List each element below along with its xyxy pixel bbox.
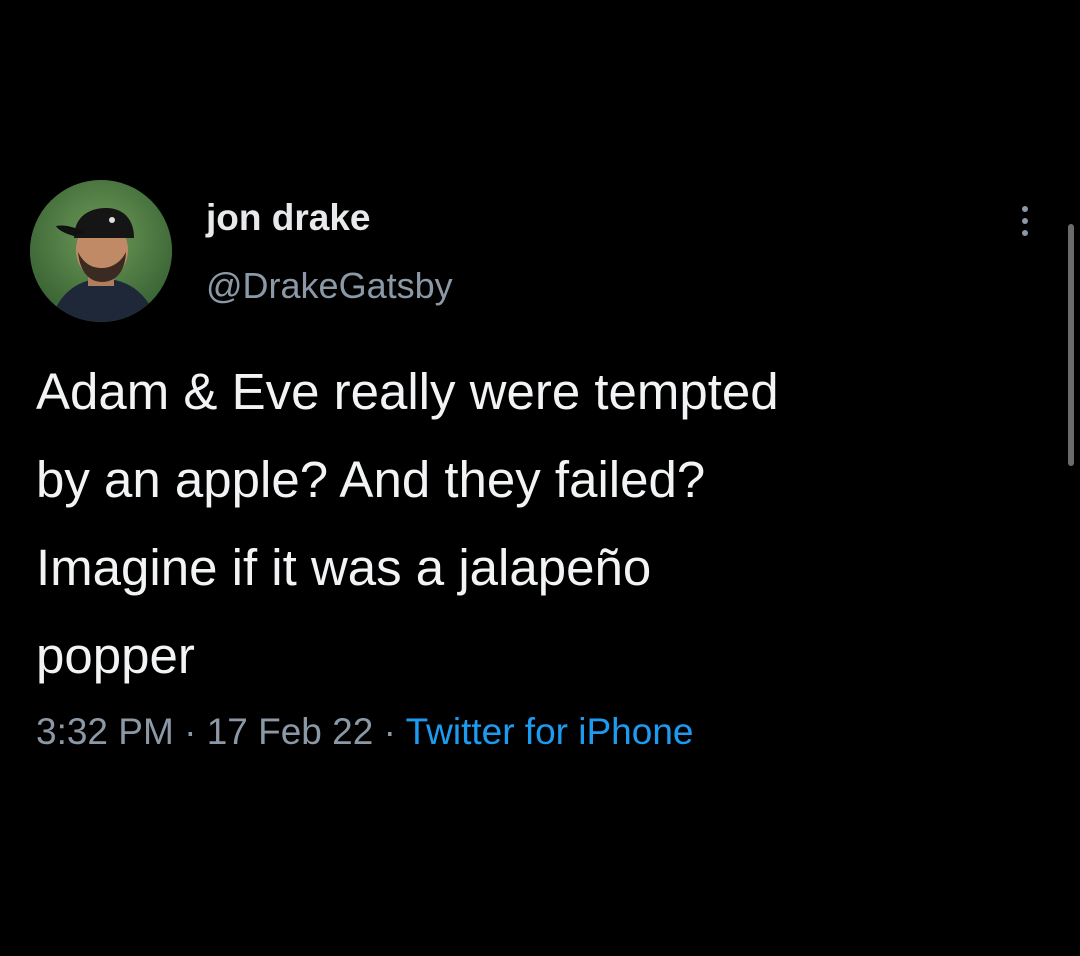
tweet: jon drake @DrakeGatsby Adam & Eve really… — [0, 0, 1080, 956]
tweet-meta: 3:32 PM · 17 Feb 22 · Twitter for iPhone — [36, 708, 693, 756]
tweet-text-line: popper — [36, 627, 195, 684]
handle[interactable]: @DrakeGatsby — [206, 264, 453, 308]
tweet-text-line: Imagine if it was a jalapeño — [36, 539, 652, 596]
tweet-date[interactable]: 17 Feb 22 — [207, 711, 374, 752]
meta-separator: · — [184, 711, 197, 752]
avatar-icon — [30, 180, 172, 322]
avatar[interactable] — [30, 180, 172, 322]
tweet-source-link[interactable]: Twitter for iPhone — [406, 711, 694, 752]
tweet-text-line: by an apple? And they failed? — [36, 451, 706, 508]
scrollbar[interactable] — [1068, 224, 1074, 466]
meta-separator: · — [383, 711, 396, 752]
tweet-time[interactable]: 3:32 PM — [36, 711, 174, 752]
display-name[interactable]: jon drake — [206, 196, 371, 240]
tweet-text: Adam & Eve really were tempted by an app… — [36, 348, 1046, 700]
more-vertical-icon[interactable] — [1013, 203, 1037, 239]
tweet-text-line: Adam & Eve really were tempted — [36, 363, 779, 420]
